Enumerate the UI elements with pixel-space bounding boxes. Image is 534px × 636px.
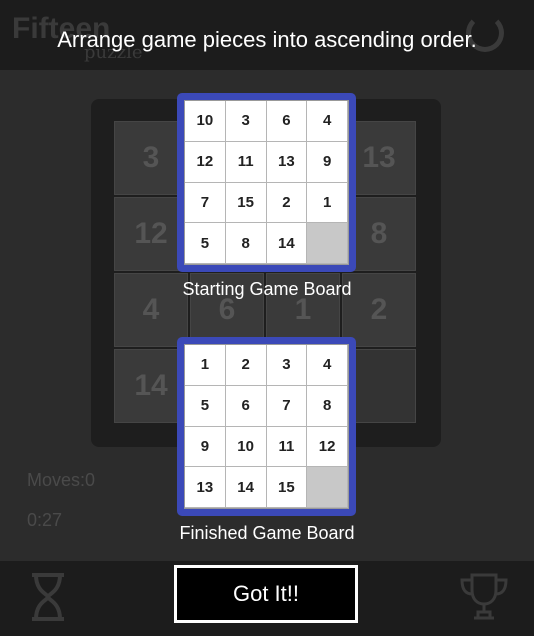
- instructions-title: Arrange game pieces into ascending order…: [57, 27, 477, 52]
- finished-board-tile: 4: [307, 345, 348, 386]
- finished-board-caption: Finished Game Board: [179, 523, 355, 543]
- finished-board-tile: 14: [225, 467, 267, 508]
- starting-board-tile-empty-slot: [307, 223, 348, 264]
- starting-board-tile: 6: [266, 101, 308, 142]
- starting-board-grid: 10 3 6 4 12 11 13 9 7 15 2 1 5 8 14: [184, 100, 349, 265]
- finished-board-tile: 2: [225, 345, 267, 386]
- finished-board-tile: 11: [266, 426, 308, 468]
- starting-board-tile: 3: [225, 101, 267, 142]
- finished-board-tile: 10: [225, 426, 267, 468]
- starting-board-tile: 1: [307, 182, 348, 224]
- starting-board-tile: 7: [185, 182, 226, 224]
- starting-board-tile: 10: [185, 101, 226, 142]
- finished-board-tile: 7: [266, 385, 308, 427]
- starting-board-tile: 5: [185, 223, 226, 264]
- finished-board-tile: 1: [185, 345, 226, 386]
- starting-board-tile: 8: [225, 223, 267, 264]
- finished-board-tile: 9: [185, 426, 226, 468]
- finished-board-tile: 3: [266, 345, 308, 386]
- finished-board-tile: 6: [225, 385, 267, 427]
- starting-board-tile: 13: [266, 141, 308, 183]
- finished-board-tile: 12: [307, 426, 348, 468]
- starting-board-tile: 11: [225, 141, 267, 183]
- instructions-overlay: Arrange game pieces into ascending order…: [0, 0, 534, 636]
- finished-board-frame: 1 2 3 4 5 6 7 8 9 10 11 12 13 14 15: [177, 337, 356, 516]
- finished-board-tile: 15: [266, 467, 308, 508]
- finished-board-tile: 5: [185, 385, 226, 427]
- starting-board-tile: 12: [185, 141, 226, 183]
- starting-board-frame: 10 3 6 4 12 11 13 9 7 15 2 1 5 8 14: [177, 93, 356, 272]
- starting-board-caption: Starting Game Board: [182, 279, 352, 299]
- finished-board-tile: 13: [185, 467, 226, 508]
- got-it-button[interactable]: Got It!!: [174, 565, 358, 623]
- starting-board-tile: 15: [225, 182, 267, 224]
- starting-board-tile: 4: [307, 101, 348, 142]
- finished-board-grid: 1 2 3 4 5 6 7 8 9 10 11 12 13 14 15: [184, 344, 349, 509]
- starting-board-tile: 14: [266, 223, 308, 264]
- starting-board-tile: 9: [307, 141, 348, 183]
- starting-board-tile: 2: [266, 182, 308, 224]
- finished-board-tile-empty-slot: [307, 467, 348, 508]
- finished-board-tile: 8: [307, 385, 348, 427]
